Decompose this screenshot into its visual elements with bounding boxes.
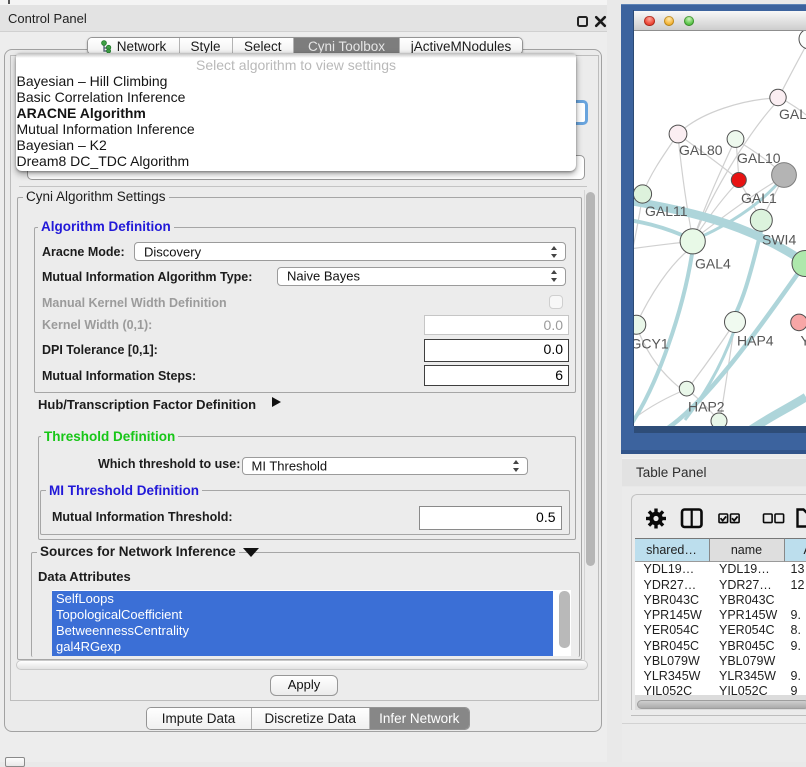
svg-text:GAL80: GAL80 (679, 142, 723, 158)
svg-text:GAL4: GAL4 (695, 256, 731, 272)
svg-text:GAL1: GAL1 (741, 190, 777, 206)
svg-text:HAP4: HAP4 (737, 333, 774, 349)
svg-text:Y: Y (801, 333, 806, 349)
svg-text:GCY1: GCY1 (634, 336, 669, 352)
svg-text:SWI4: SWI4 (762, 232, 796, 248)
svg-text:GAL10: GAL10 (737, 150, 781, 166)
svg-text:GAL11: GAL11 (645, 203, 688, 219)
svg-text:GAL2: GAL2 (779, 106, 806, 122)
svg-text:HAP2: HAP2 (688, 399, 725, 415)
